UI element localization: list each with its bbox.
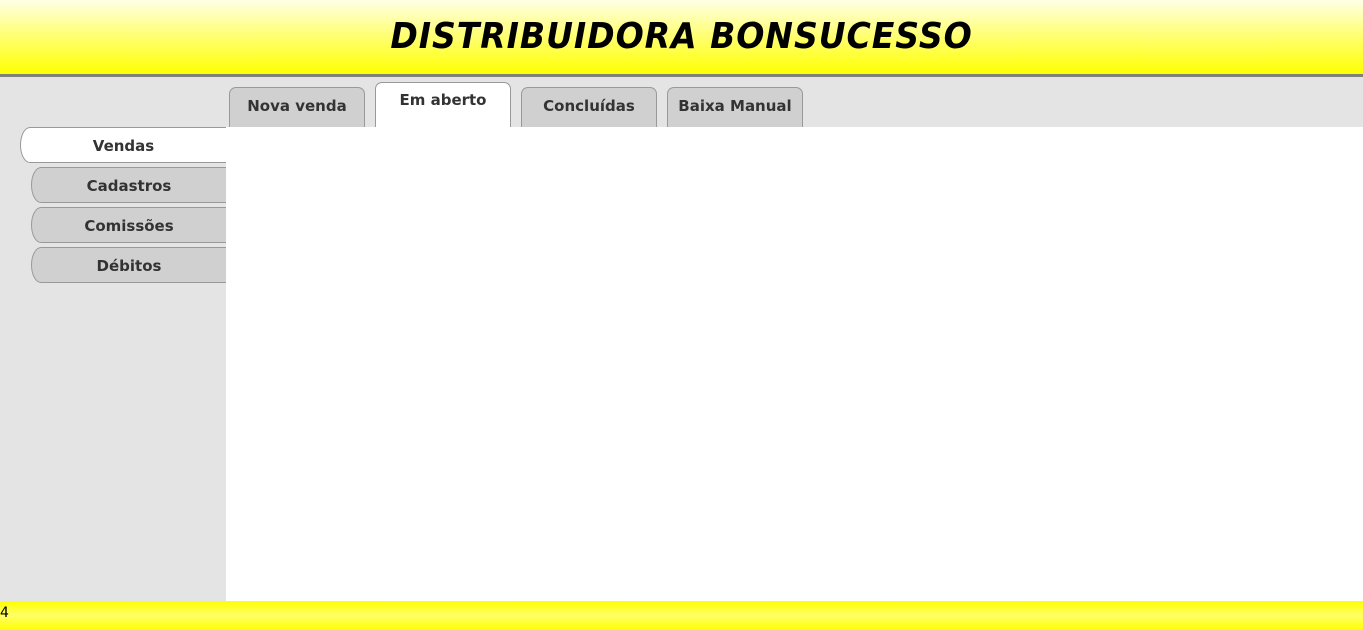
app-header: DISTRIBUIDORA BONSUCESSO: [0, 0, 1363, 77]
sales-tab-bar: Nova venda Em aberto Concluídas Baixa Ma…: [226, 77, 1363, 127]
app-footer: 4: [0, 601, 1363, 630]
tab-nova-venda[interactable]: Nova venda: [229, 87, 365, 127]
sidebar-item-cadastros[interactable]: Cadastros: [31, 167, 226, 203]
footer-text: 4: [0, 605, 9, 621]
app-title: DISTRIBUIDORA BONSUCESSO: [390, 16, 973, 57]
main-content-panel: [226, 127, 1363, 601]
sidebar-nav: Vendas Cadastros Comissões Débitos: [0, 77, 226, 601]
tab-baixa-manual[interactable]: Baixa Manual: [667, 87, 803, 127]
app-page: DISTRIBUIDORA BONSUCESSO Vendas Cadastro…: [0, 0, 1363, 630]
sidebar-item-comissoes[interactable]: Comissões: [31, 207, 226, 243]
sidebar-item-vendas[interactable]: Vendas: [20, 127, 226, 163]
tab-em-aberto[interactable]: Em aberto: [375, 82, 511, 127]
tab-concluidas[interactable]: Concluídas: [521, 87, 657, 127]
sidebar-item-debitos[interactable]: Débitos: [31, 247, 226, 283]
